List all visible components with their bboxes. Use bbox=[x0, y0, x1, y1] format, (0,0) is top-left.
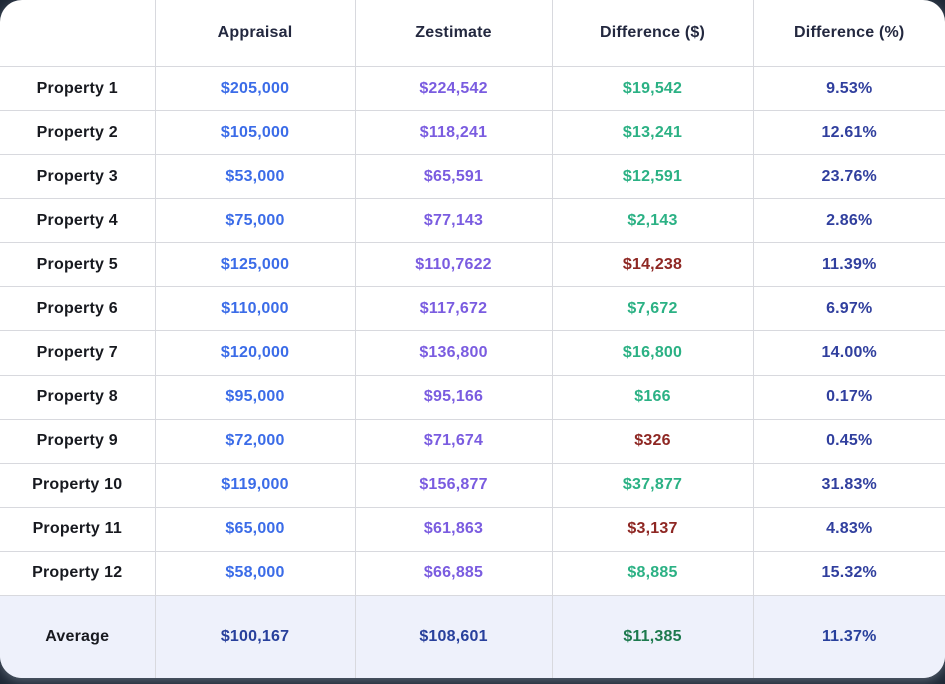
row-label: Property 3 bbox=[0, 155, 155, 199]
difference-value: $19,542 bbox=[552, 67, 753, 111]
row-label: Property 10 bbox=[0, 463, 155, 507]
appraisal-value: $58,000 bbox=[155, 551, 355, 595]
appraisal-value: $205,000 bbox=[155, 67, 355, 111]
percent-value: 15.32% bbox=[753, 551, 945, 595]
percent-value: 23.76% bbox=[753, 155, 945, 199]
header-zestimate: Zestimate bbox=[355, 0, 552, 67]
percent-value: 0.45% bbox=[753, 419, 945, 463]
zestimate-value: $71,674 bbox=[355, 419, 552, 463]
difference-value: $8,885 bbox=[552, 551, 753, 595]
row-label: Property 5 bbox=[0, 243, 155, 287]
row-label: Property 9 bbox=[0, 419, 155, 463]
difference-value: $326 bbox=[552, 419, 753, 463]
header-appraisal: Appraisal bbox=[155, 0, 355, 67]
appraisal-value: $110,000 bbox=[155, 287, 355, 331]
average-label: Average bbox=[0, 596, 155, 679]
appraisal-value: $53,000 bbox=[155, 155, 355, 199]
table-row: Property 11 $65,000 $61,863 $3,137 4.83% bbox=[0, 507, 945, 551]
appraisal-value: $125,000 bbox=[155, 243, 355, 287]
row-label: Property 4 bbox=[0, 199, 155, 243]
difference-value: $3,137 bbox=[552, 507, 753, 551]
difference-value: $7,672 bbox=[552, 287, 753, 331]
percent-value: 2.86% bbox=[753, 199, 945, 243]
percent-value: 14.00% bbox=[753, 331, 945, 375]
zestimate-value: $110,7622 bbox=[355, 243, 552, 287]
table-row: Property 6 $110,000 $117,672 $7,672 6.97… bbox=[0, 287, 945, 331]
difference-value: $13,241 bbox=[552, 111, 753, 155]
row-label: Property 12 bbox=[0, 551, 155, 595]
percent-value: 4.83% bbox=[753, 507, 945, 551]
zestimate-value: $156,877 bbox=[355, 463, 552, 507]
header-difference-percent: Difference (%) bbox=[753, 0, 945, 67]
table-row: Property 2 $105,000 $118,241 $13,241 12.… bbox=[0, 111, 945, 155]
row-label: Property 7 bbox=[0, 331, 155, 375]
header-blank bbox=[0, 0, 155, 67]
difference-value: $14,238 bbox=[552, 243, 753, 287]
percent-value: 6.97% bbox=[753, 287, 945, 331]
average-row: Average $100,167 $108,601 $11,385 11.37% bbox=[0, 596, 945, 679]
table-row: Property 8 $95,000 $95,166 $166 0.17% bbox=[0, 375, 945, 419]
zestimate-value: $118,241 bbox=[355, 111, 552, 155]
row-label: Property 6 bbox=[0, 287, 155, 331]
row-label: Property 8 bbox=[0, 375, 155, 419]
percent-value: 11.39% bbox=[753, 243, 945, 287]
average-appraisal-value: $100,167 bbox=[155, 596, 355, 679]
zestimate-value: $136,800 bbox=[355, 331, 552, 375]
row-label: Property 11 bbox=[0, 507, 155, 551]
zestimate-value: $61,863 bbox=[355, 507, 552, 551]
table-row: Property 12 $58,000 $66,885 $8,885 15.32… bbox=[0, 551, 945, 595]
percent-value: 12.61% bbox=[753, 111, 945, 155]
appraisal-value: $95,000 bbox=[155, 375, 355, 419]
difference-value: $12,591 bbox=[552, 155, 753, 199]
header-difference-dollars: Difference ($) bbox=[552, 0, 753, 67]
average-difference-value: $11,385 bbox=[552, 596, 753, 679]
appraisal-value: $65,000 bbox=[155, 507, 355, 551]
table-row: Property 3 $53,000 $65,591 $12,591 23.76… bbox=[0, 155, 945, 199]
average-percent-value: 11.37% bbox=[753, 596, 945, 679]
appraisal-value: $105,000 bbox=[155, 111, 355, 155]
difference-value: $166 bbox=[552, 375, 753, 419]
difference-value: $37,877 bbox=[552, 463, 753, 507]
appraisal-value: $75,000 bbox=[155, 199, 355, 243]
percent-value: 0.17% bbox=[753, 375, 945, 419]
comparison-table-card: Appraisal Zestimate Difference ($) Diffe… bbox=[0, 0, 945, 678]
difference-value: $2,143 bbox=[552, 199, 753, 243]
percent-value: 31.83% bbox=[753, 463, 945, 507]
row-label: Property 1 bbox=[0, 67, 155, 111]
appraisal-value: $120,000 bbox=[155, 331, 355, 375]
table-row: Property 10 $119,000 $156,877 $37,877 31… bbox=[0, 463, 945, 507]
difference-value: $16,800 bbox=[552, 331, 753, 375]
zestimate-value: $117,672 bbox=[355, 287, 552, 331]
zestimate-value: $95,166 bbox=[355, 375, 552, 419]
percent-value: 9.53% bbox=[753, 67, 945, 111]
table-row: Property 5 $125,000 $110,7622 $14,238 11… bbox=[0, 243, 945, 287]
zestimate-value: $77,143 bbox=[355, 199, 552, 243]
table-row: Property 9 $72,000 $71,674 $326 0.45% bbox=[0, 419, 945, 463]
appraisal-value: $119,000 bbox=[155, 463, 355, 507]
zestimate-value: $66,885 bbox=[355, 551, 552, 595]
table-body: Property 1 $205,000 $224,542 $19,542 9.5… bbox=[0, 67, 945, 596]
table-row: Property 7 $120,000 $136,800 $16,800 14.… bbox=[0, 331, 945, 375]
table-row: Property 4 $75,000 $77,143 $2,143 2.86% bbox=[0, 199, 945, 243]
header-row: Appraisal Zestimate Difference ($) Diffe… bbox=[0, 0, 945, 67]
table-row: Property 1 $205,000 $224,542 $19,542 9.5… bbox=[0, 67, 945, 111]
appraisal-value: $72,000 bbox=[155, 419, 355, 463]
zestimate-value: $224,542 bbox=[355, 67, 552, 111]
row-label: Property 2 bbox=[0, 111, 155, 155]
average-zestimate-value: $108,601 bbox=[355, 596, 552, 679]
comparison-table: Appraisal Zestimate Difference ($) Diffe… bbox=[0, 0, 945, 678]
zestimate-value: $65,591 bbox=[355, 155, 552, 199]
